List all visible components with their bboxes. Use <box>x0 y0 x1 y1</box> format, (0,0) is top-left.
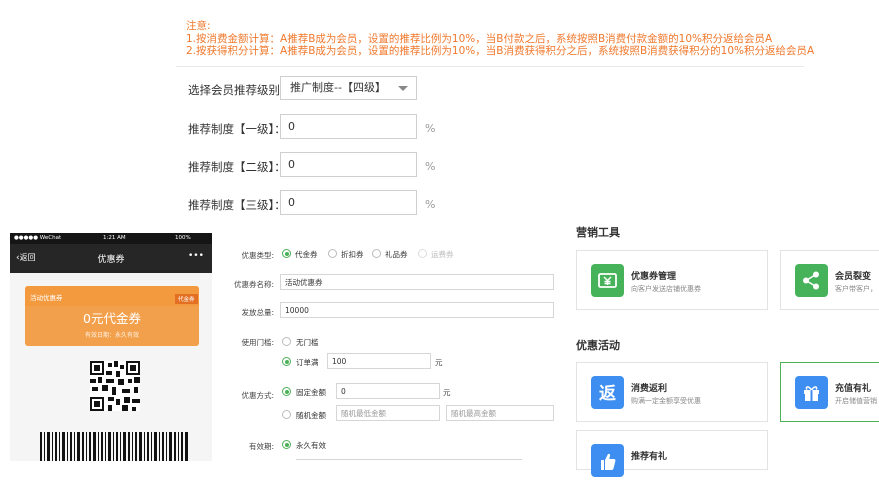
threshold-radio-none[interactable] <box>282 337 291 346</box>
type-option-cash[interactable]: 代金券 <box>295 249 318 260</box>
threshold-radio-full[interactable] <box>282 357 291 366</box>
coupon-form: 优惠类型: 代金券 折扣券 礼品券 运费券 优惠券名称: 发放总量: 使用门槛:… <box>212 233 554 461</box>
type-label: 优惠类型: <box>241 251 274 260</box>
activity-card-referral-gift[interactable]: 推荐有礼 <box>576 430 768 477</box>
type-radio-cash[interactable] <box>282 249 291 258</box>
method-radio-random[interactable] <box>282 410 291 419</box>
svg-text:返: 返 <box>599 384 616 404</box>
activity-desc: 购满一定金额享受优惠 <box>631 397 701 405</box>
coupon-tag: 活动优惠券 <box>30 294 63 302</box>
type-radio-gift[interactable] <box>372 249 381 258</box>
level-3-label: 推荐制度【三级】： <box>188 198 286 212</box>
fixed-amount-unit: 元 <box>443 388 451 397</box>
rebate-icon: 返 <box>591 376 624 409</box>
coupon-validity: 有效日期：永久有效 <box>84 332 139 339</box>
method-random[interactable]: 随机金额 <box>296 410 326 421</box>
total-input[interactable] <box>280 302 554 318</box>
qr-code-icon <box>90 361 140 411</box>
more-icon[interactable]: ••• <box>188 251 204 261</box>
activity-title: 消费返利 <box>631 384 668 394</box>
level-1-input[interactable] <box>280 114 417 139</box>
tools-section-title: 营销工具 <box>576 226 620 239</box>
level-1-unit: % <box>425 122 436 135</box>
validity-permanent[interactable]: 永久有效 <box>296 440 326 451</box>
activity-title: 充值有礼 <box>835 384 872 394</box>
level-3-input[interactable] <box>280 190 417 215</box>
yen-ticket-icon <box>591 264 624 297</box>
method-radio-fixed[interactable] <box>282 387 291 396</box>
level-select[interactable]: 推广制度--【四级】 <box>280 76 417 100</box>
tool-card-member-fission[interactable]: 会员裂变 客户带客户， <box>780 250 879 310</box>
tool-card-coupon-management[interactable]: 优惠券管理 向客户发送店铺优惠券 <box>576 250 768 310</box>
threshold-label: 使用门槛: <box>241 338 274 347</box>
tool-desc: 客户带客户， <box>835 285 877 293</box>
activities-section-title: 优惠活动 <box>576 339 620 352</box>
level-1-label: 推荐制度【一级】： <box>188 122 286 136</box>
activity-card-rebate[interactable]: 返 消费返利 购满一定金额享受优惠 <box>576 362 768 422</box>
level-2-label: 推荐制度【二级】： <box>188 160 286 174</box>
validity-radio-permanent[interactable] <box>282 440 291 449</box>
activity-title: 推荐有礼 <box>631 452 668 462</box>
fixed-amount-input[interactable] <box>336 383 440 399</box>
phone-nav-bar: ‹返回 优惠券 ••• <box>10 244 212 273</box>
tool-title: 会员裂变 <box>835 272 872 282</box>
activity-desc: 开启储值营销 <box>835 397 877 405</box>
barcode-icon <box>40 432 190 461</box>
notice-line-2: 2.按获得积分计算：A推荐B成为会员，设置的推荐比例为10%，当B消费获得积分之… <box>186 45 815 57</box>
gift-icon <box>795 376 828 409</box>
divider <box>296 459 522 460</box>
random-max-input[interactable] <box>446 405 554 421</box>
method-label: 优惠方式: <box>241 391 274 400</box>
carrier: ●●●●● WeChat <box>14 235 62 241</box>
type-option-discount[interactable]: 折扣券 <box>341 249 364 260</box>
clock: 1:21 AM <box>103 235 126 241</box>
random-min-input[interactable] <box>336 405 440 421</box>
chevron-down-icon <box>398 86 408 91</box>
divider <box>176 66 804 67</box>
tool-title: 优惠券管理 <box>631 272 677 282</box>
level-2-input[interactable] <box>280 152 417 177</box>
phone-title: 优惠券 <box>97 255 125 265</box>
name-label: 优惠券名称: <box>233 280 274 289</box>
total-label: 发放总量: <box>241 308 274 317</box>
threshold-amount-input[interactable] <box>327 353 431 369</box>
level-3-unit: % <box>425 198 436 211</box>
battery: 100% <box>175 235 191 241</box>
coupon-badge: 代金券 <box>175 294 198 304</box>
notice-title: 注意: <box>186 20 211 32</box>
tool-desc: 向客户发送店铺优惠券 <box>631 285 701 293</box>
share-icon <box>795 264 828 297</box>
validity-label: 有效期: <box>248 442 274 451</box>
type-option-shipping: 运费券 <box>431 250 454 259</box>
activity-card-recharge-gift[interactable]: 充值有礼 开启储值营销 <box>780 362 879 422</box>
phone-preview: ●●●●● WeChat 1:21 AM 100% ‹返回 优惠券 ••• 活动… <box>10 233 213 461</box>
threshold-none[interactable]: 无门槛 <box>296 337 319 348</box>
notice-block: 注意: 1.按消费金额计算：A推荐B成为会员，设置的推荐比例为10%，当B付款之… <box>186 20 814 58</box>
level-select-value: 推广制度--【四级】 <box>290 81 386 94</box>
name-input[interactable] <box>280 274 554 290</box>
threshold-unit: 元 <box>435 358 443 367</box>
type-option-gift[interactable]: 礼品券 <box>385 249 408 260</box>
method-fixed[interactable]: 固定金额 <box>296 387 326 398</box>
threshold-full[interactable]: 订单满 <box>296 357 319 368</box>
coupon-card: 活动优惠券 代金券 0元代金券 有效日期：永久有效 <box>25 286 199 346</box>
coupon-amount: 0元代金券 <box>83 311 141 326</box>
notice-line-1: 1.按消费金额计算：A推荐B成为会员，设置的推荐比例为10%，当B付款之后，系统… <box>186 32 773 45</box>
type-radio-discount[interactable] <box>328 249 337 258</box>
level-2-unit: % <box>425 160 436 173</box>
type-radio-shipping <box>418 249 427 258</box>
level-label: 选择会员推荐级别： <box>188 83 292 97</box>
